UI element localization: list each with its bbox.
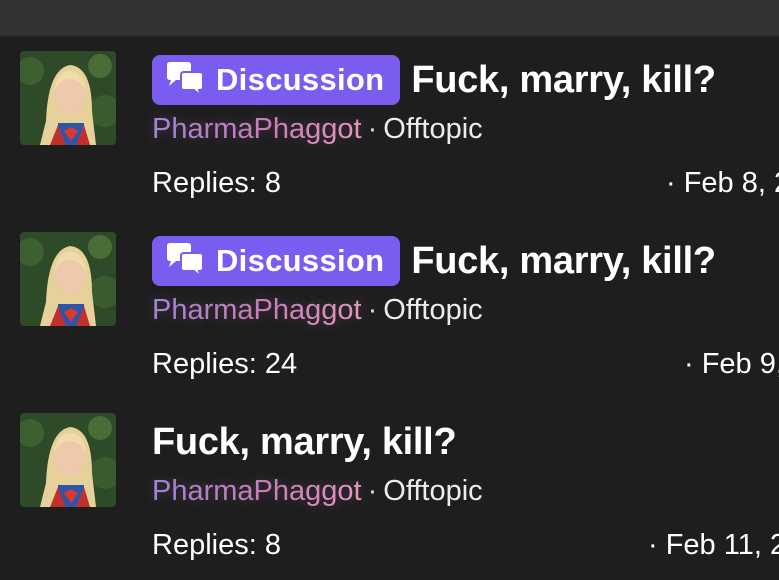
reply-count: Replies: 8 (152, 529, 281, 561)
forum-link[interactable]: Offtopic (383, 294, 482, 326)
last-post-date[interactable]: · Feb 9, (684, 348, 779, 381)
discussion-badge[interactable]: Discussion (152, 55, 401, 105)
meta-separator: · (367, 113, 378, 145)
forum-link[interactable]: Offtopic (383, 113, 482, 145)
thread-item[interactable]: Discussion Fuck, marry, kill? PharmaPhag… (0, 37, 779, 218)
reply-count: Replies: 24 (152, 348, 298, 380)
thread-title[interactable]: Fuck, marry, kill? (411, 240, 716, 283)
thread-title[interactable]: Fuck, marry, kill? (411, 59, 716, 102)
badge-label: Discussion (216, 243, 385, 278)
thread-item[interactable]: Discussion Fuck, marry, kill? PharmaPhag… (0, 218, 779, 399)
thread-author[interactable]: PharmaPhaggot (152, 113, 362, 145)
speech-bubbles-icon (167, 62, 204, 99)
thread-author[interactable]: PharmaPhaggot (152, 475, 362, 507)
meta-separator: · (367, 475, 378, 507)
thread-author[interactable]: PharmaPhaggot (152, 294, 362, 326)
badge-label: Discussion (216, 62, 385, 97)
meta-separator: · (367, 294, 378, 326)
forum-link[interactable]: Offtopic (383, 475, 482, 507)
thread-title[interactable]: Fuck, marry, kill? (152, 417, 457, 467)
reply-count: Replies: 8 (152, 167, 281, 199)
avatar[interactable] (20, 51, 116, 145)
discussion-badge[interactable]: Discussion (152, 236, 401, 286)
avatar[interactable] (20, 413, 116, 507)
thread-item[interactable]: Fuck, marry, kill? PharmaPhaggot · Offtopi… (0, 399, 779, 580)
avatar[interactable] (20, 232, 116, 326)
last-post-date[interactable]: · Feb 8, 2 (666, 167, 779, 200)
last-post-date[interactable]: · Feb 11, 2 (648, 529, 779, 562)
speech-bubbles-icon (167, 243, 204, 280)
top-bar (0, 0, 779, 37)
